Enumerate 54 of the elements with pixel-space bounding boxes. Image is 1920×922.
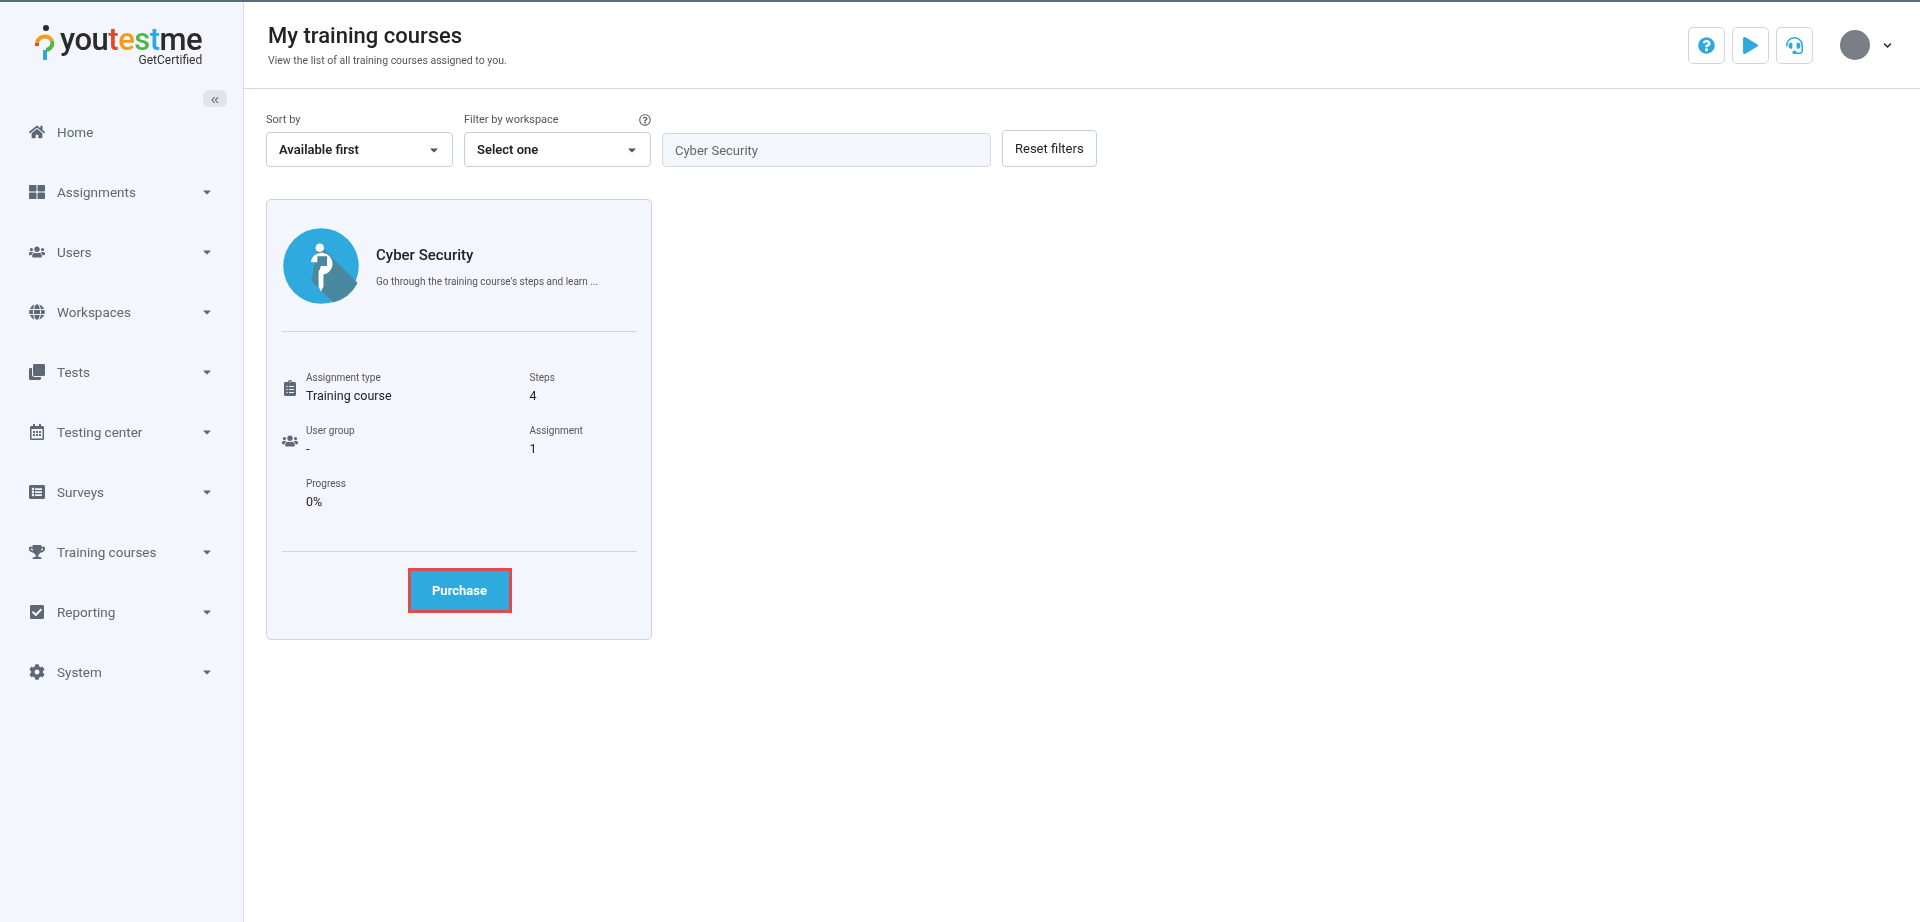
field-label: Sort by <box>266 113 302 126</box>
course-title: Cyber Security <box>376 245 475 264</box>
help-icon[interactable] <box>639 113 651 126</box>
sidebar-item[interactable]: Users <box>0 222 243 282</box>
detail-label: Assignment <box>529 425 583 436</box>
sidebar-item[interactable]: System <box>0 642 243 702</box>
search-field[interactable]: Cyber Security <box>662 133 991 167</box>
help-icon <box>1698 36 1715 54</box>
reset-filters-button[interactable]: Reset filters <box>1002 130 1097 167</box>
detail-label: User group <box>306 425 355 436</box>
detail-label: Progress <box>306 478 346 489</box>
support-button[interactable] <box>1776 26 1813 64</box>
nav-icon <box>29 424 45 440</box>
nav-icon <box>29 124 45 140</box>
logo-tagline: GetCertified <box>137 53 203 67</box>
detail-value: Training course <box>306 388 392 403</box>
course-icon <box>282 227 360 305</box>
headset-icon <box>1786 36 1803 54</box>
sidebar-item[interactable]: Testing center <box>0 402 243 462</box>
page-subtitle: View the list of all training courses assigned to you. <box>268 54 507 67</box>
play-button[interactable] <box>1732 26 1769 64</box>
sidebar-item[interactable]: Workspaces <box>0 282 243 342</box>
nav-icon <box>29 604 45 620</box>
chevron-down-icon[interactable] <box>1883 40 1892 50</box>
nav-icon <box>29 184 45 200</box>
sidebar-item[interactable]: Reporting <box>0 582 243 642</box>
sidebar-item[interactable]: Assignments <box>0 162 243 222</box>
detail-value: 1 <box>529 441 538 456</box>
logo-icon <box>34 24 54 62</box>
page-title: My training courses <box>268 23 464 48</box>
course-description: Go through the training course's steps and learn ... <box>376 275 599 287</box>
workspace-dropdown[interactable]: Select one <box>464 132 651 167</box>
detail-value: - <box>306 441 311 456</box>
nav-icon <box>29 664 45 680</box>
detail-label: Assignment type <box>306 372 382 383</box>
detail-value: 0% <box>306 494 324 509</box>
nav-icon <box>29 484 45 500</box>
sort-dropdown[interactable]: Available first <box>266 132 453 167</box>
logo-wordmark: youtestme <box>60 24 203 55</box>
user-avatar[interactable] <box>1840 30 1870 60</box>
nav-icon <box>29 364 45 380</box>
sidebar-item[interactable]: Tests <box>0 342 243 402</box>
help-button[interactable] <box>1688 26 1725 64</box>
collapse-sidebar-button[interactable]: « <box>203 90 227 107</box>
sidebar-item[interactable]: Training courses <box>0 522 243 582</box>
field-label: Filter by workspace <box>464 113 559 126</box>
detail-label: Steps <box>529 372 555 383</box>
play-icon <box>1742 36 1759 54</box>
detail-value: 4 <box>529 388 538 403</box>
sidebar-item[interactable]: Surveys <box>0 462 243 522</box>
nav-icon <box>29 244 45 260</box>
nav-icon <box>29 544 45 560</box>
document-icon <box>282 379 298 396</box>
nav-icon <box>29 304 45 320</box>
